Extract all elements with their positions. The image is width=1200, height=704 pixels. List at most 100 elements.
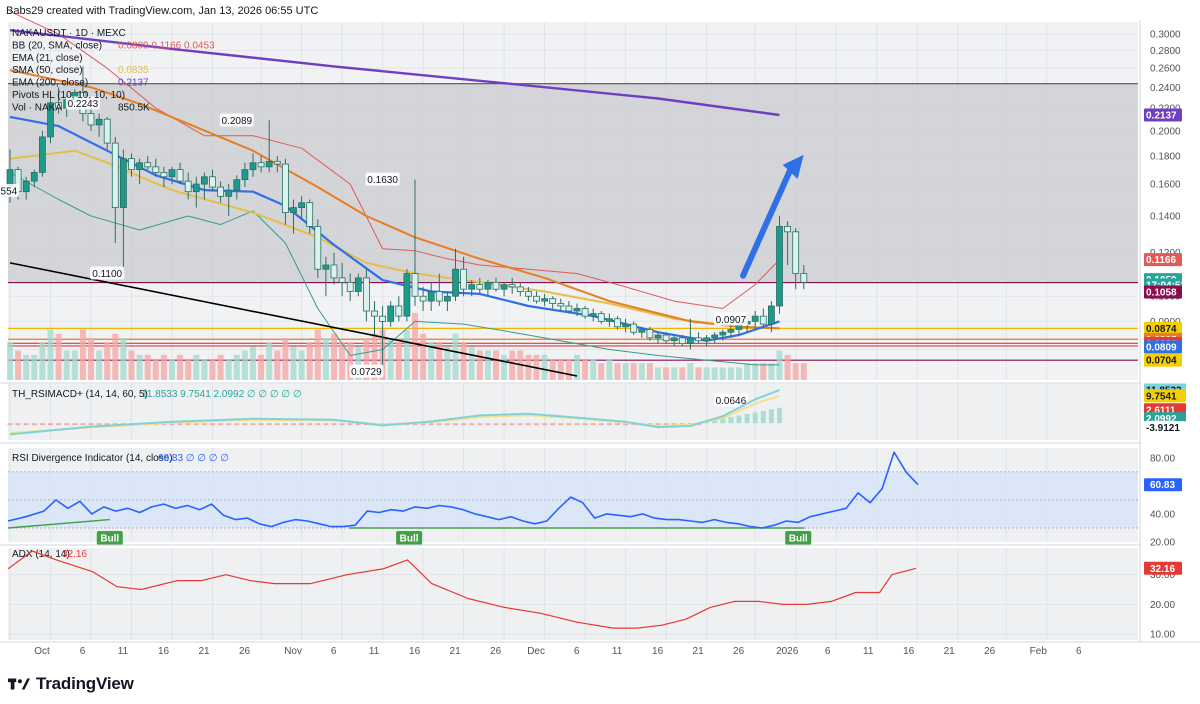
volume-bar: [160, 354, 167, 380]
price-legend-item: NAKAUSDT · 1D · MEXC: [12, 28, 126, 39]
rsimacd-axis-label: 9.7541: [1144, 389, 1186, 403]
rsi-axis-tick: 80.00: [1150, 453, 1175, 464]
price-axis-tick: 0.2800: [1150, 46, 1181, 57]
tradingview-logo[interactable]: TradingView: [8, 674, 134, 694]
price-axis-tick: 0.1800: [1150, 151, 1181, 162]
volume-bar: [800, 363, 807, 380]
volume-bar: [250, 346, 256, 380]
volume-bar: [614, 363, 621, 380]
price-legend-item: EMA (200, close) 0.2137: [12, 78, 149, 89]
candle-body: [330, 264, 338, 279]
rsimacd-histogram-bar: [7, 423, 13, 426]
rsimacd-histogram-bar: [428, 423, 434, 426]
volume-bar: [784, 354, 791, 380]
candle-body: [703, 337, 710, 342]
rsi-bull-annotation: Bull: [396, 530, 423, 545]
rsi-bull-annotation: Bull: [785, 530, 812, 545]
volume-bar: [47, 329, 54, 380]
volume-bar: [622, 363, 629, 380]
candle-body: [525, 291, 532, 297]
price-legend-label: EMA (21, close): [12, 53, 83, 64]
chart-screenshot: Babs29 created with TradingView.com, Jan…: [0, 0, 1200, 704]
rsi-legend-values: 60.83 ∅ ∅ ∅ ∅: [158, 453, 229, 464]
volume-bar: [744, 363, 751, 380]
candle-body: [751, 315, 759, 322]
volume-bar: [606, 359, 613, 380]
volume-bar: [590, 359, 597, 380]
rsimacd-histogram-bar: [744, 413, 750, 424]
candle-body: [403, 273, 411, 317]
rsimacd-histogram-bar: [201, 423, 207, 426]
volume-bar: [452, 333, 459, 380]
rsimacd-histogram-bar: [582, 423, 588, 426]
volume-bar: [112, 333, 119, 380]
candle-body: [192, 183, 200, 193]
candle-body: [144, 162, 152, 168]
date-axis-tick: Oct: [34, 646, 50, 657]
chart-canvas[interactable]: 0.22430.20890.16300.15540.11000.09070.07…: [0, 0, 1200, 664]
rsi-bull-badge-text: Bull: [100, 533, 119, 544]
volume-bar: [7, 342, 13, 380]
date-axis-tick: 16: [652, 646, 664, 657]
candle-body: [22, 180, 30, 193]
pivot-label: 0.0907: [713, 312, 748, 326]
price-legend-values: 0.2137: [118, 78, 149, 89]
rsimacd-histogram-bar: [299, 423, 305, 426]
rsi-axis-tick: 40.00: [1150, 509, 1175, 520]
range-box: [8, 83, 1138, 283]
date-axis-tick: 11: [612, 646, 623, 657]
volume-bar: [792, 363, 799, 380]
price-axis-label-text: 0.1166: [1146, 255, 1176, 266]
volume-bar: [655, 367, 661, 380]
rsimacd-histogram-bar: [493, 423, 499, 426]
rsimacd-histogram-bar: [477, 423, 483, 426]
price-axis-label-text: 0.0704: [1146, 356, 1177, 367]
volume-bar: [638, 363, 645, 380]
price-legend-label: SMA (50, close): [12, 65, 83, 76]
price-legend-values: 0.0835: [118, 65, 149, 76]
candle-body: [484, 281, 492, 290]
volume-bar: [549, 359, 556, 380]
rsimacd-histogram-bar: [736, 415, 742, 424]
rsimacd-histogram-bar: [752, 412, 758, 424]
volume-bar: [63, 350, 70, 380]
volume-bar: [193, 354, 200, 380]
candle-body: [606, 318, 613, 322]
candle-body: [581, 308, 589, 317]
volume-bar: [403, 329, 410, 380]
rsimacd-histogram-bar: [534, 423, 539, 426]
rsimacd-histogram-bar: [31, 423, 37, 426]
candle-body: [120, 158, 127, 208]
candle-body: [727, 329, 735, 333]
adx-value-text: 32.16: [1150, 564, 1175, 575]
candle-body: [168, 169, 176, 178]
candle-body: [719, 331, 727, 336]
rsimacd-histogram-bar: [234, 423, 240, 426]
candle-body: [290, 207, 297, 213]
rsi-legend-label: RSI Divergence Indicator (14, close): [12, 453, 173, 464]
candle-body: [225, 189, 233, 197]
candle-body: [776, 226, 783, 307]
volume-bar: [493, 350, 499, 380]
rsimacd-histogram-bar: [517, 423, 523, 426]
volume-bar: [695, 367, 702, 380]
rsimacd-axis-label: -3.9121: [1144, 421, 1186, 435]
volume-bar: [79, 329, 86, 380]
rsimacd-histogram-bar: [509, 423, 515, 426]
candle-body: [638, 329, 646, 333]
volume-bar: [719, 367, 726, 380]
price-legend-item: SMA (50, close) 0.0835: [12, 65, 149, 76]
candle-body: [306, 202, 314, 227]
pivot-label-text: 0.1554: [0, 187, 18, 198]
volume-bar: [282, 338, 289, 380]
volume-bar: [541, 354, 548, 380]
rsimacd-histogram-bar: [331, 423, 337, 426]
candle-body: [557, 303, 565, 307]
candle-body: [395, 305, 403, 317]
date-axis-tick: 26: [239, 646, 251, 657]
candle-body: [800, 273, 808, 283]
candle-body: [95, 118, 103, 126]
rsimacd-histogram-bar: [461, 423, 467, 426]
pivot-label-text: 0.0729: [351, 367, 382, 378]
volume-bar: [646, 363, 653, 380]
